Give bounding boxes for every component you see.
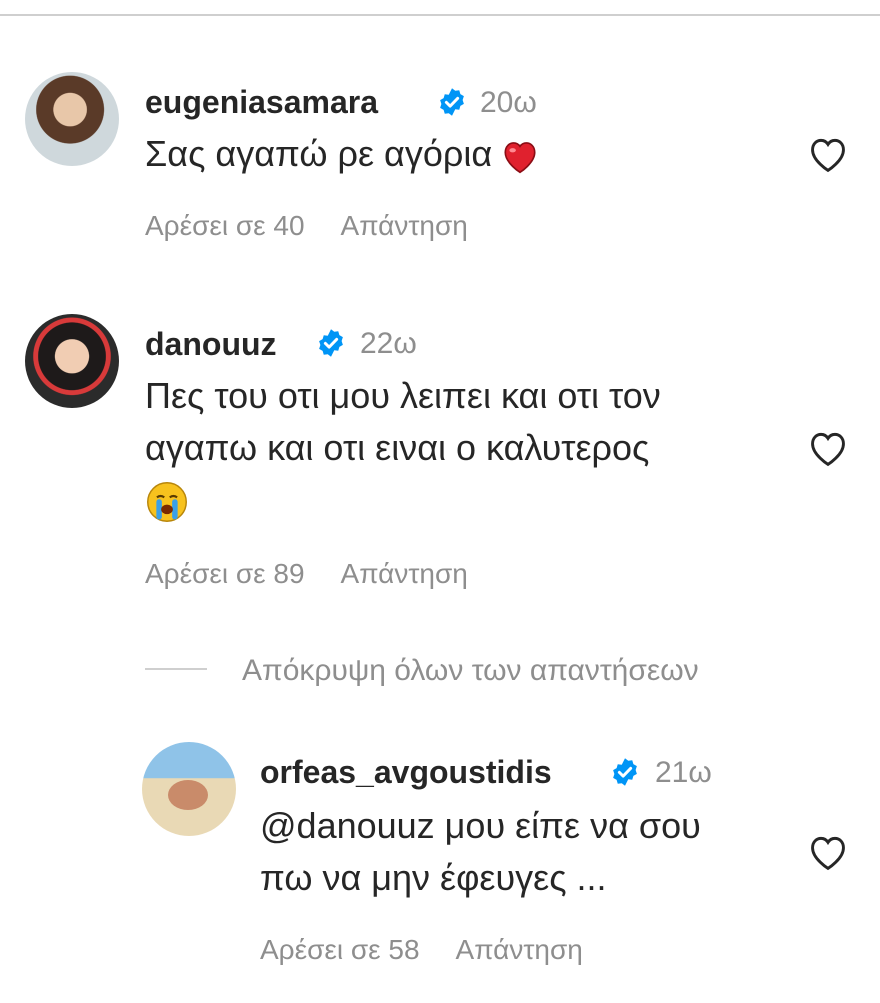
reply-time[interactable]: 21ω: [655, 756, 712, 790]
like-heart-icon[interactable]: [806, 832, 850, 872]
reply-text-line: πω να μην έφευγες ...: [260, 857, 607, 898]
reply-text: @danouuz μου είπε να σου πω να μην έφευγ…: [260, 800, 701, 904]
avatar[interactable]: [142, 742, 236, 836]
reply-button[interactable]: Απάντηση: [456, 934, 583, 965]
reply-meta: Αρέσει σε 58 Απάντηση: [260, 934, 619, 966]
reply-username[interactable]: orfeas_avgoustidis: [260, 754, 552, 791]
reply-item: orfeas_avgoustidis 21ω @danouuz μου είπε…: [0, 0, 880, 1003]
verified-badge-icon: [613, 758, 637, 786]
reply-text-line: @danouuz μου είπε να σου: [260, 805, 701, 846]
like-count[interactable]: Αρέσει σε 58: [260, 934, 420, 965]
